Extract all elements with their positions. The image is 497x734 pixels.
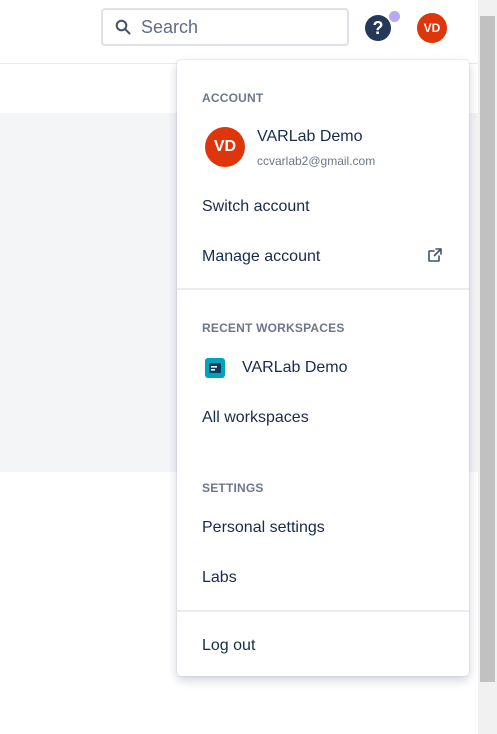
account-name: VARLab Demo xyxy=(257,128,363,145)
all-workspaces-item[interactable]: All workspaces xyxy=(202,409,309,427)
labs-item[interactable]: Labs xyxy=(202,569,237,587)
top-bar: ? VD xyxy=(0,0,478,64)
notification-dot xyxy=(389,11,400,22)
scrollbar[interactable] xyxy=(478,0,497,734)
recent-workspaces-title: RECENT WORKSPACES xyxy=(202,321,345,335)
switch-account-item[interactable]: Switch account xyxy=(202,198,310,216)
workspace-item-varlab-demo[interactable]: VARLab Demo xyxy=(242,359,348,377)
workspace-icon xyxy=(205,358,225,378)
log-out-item[interactable]: Log out xyxy=(202,637,255,655)
profile-avatar-button[interactable]: VD xyxy=(417,13,447,43)
settings-section-title: SETTINGS xyxy=(202,481,264,495)
scrollbar-thumb[interactable] xyxy=(480,16,495,682)
account-avatar: VD xyxy=(205,127,245,167)
search-box[interactable] xyxy=(101,8,349,46)
account-email: ccvarlab2@gmail.com xyxy=(257,154,376,168)
divider xyxy=(177,288,469,290)
divider xyxy=(177,610,469,612)
account-dropdown-menu: ACCOUNT VD VARLab Demo ccvarlab2@gmail.c… xyxy=(177,60,469,676)
help-icon[interactable]: ? xyxy=(365,15,391,41)
manage-account-item[interactable]: Manage account xyxy=(202,248,320,266)
search-input[interactable] xyxy=(141,10,341,44)
account-section-title: ACCOUNT xyxy=(202,91,264,105)
external-link-icon xyxy=(428,248,442,262)
personal-settings-item[interactable]: Personal settings xyxy=(202,519,325,537)
search-icon xyxy=(115,19,131,35)
